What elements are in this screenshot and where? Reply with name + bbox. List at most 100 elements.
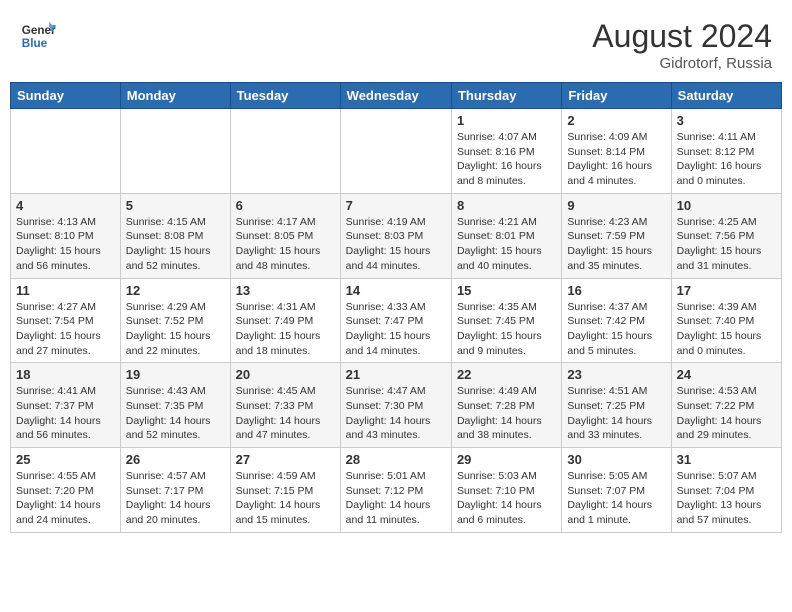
day-number: 26 bbox=[126, 452, 225, 467]
day-info: Sunrise: 4:17 AMSunset: 8:05 PMDaylight:… bbox=[236, 215, 335, 274]
calendar-cell: 28 Sunrise: 5:01 AMSunset: 7:12 PMDayligh… bbox=[340, 448, 451, 533]
calendar-cell bbox=[230, 109, 340, 194]
day-number: 9 bbox=[567, 198, 665, 213]
day-info: Sunrise: 4:07 AMSunset: 8:16 PMDaylight:… bbox=[457, 130, 556, 189]
calendar-cell: 14 Sunrise: 4:33 AMSunset: 7:47 PMDayligh… bbox=[340, 278, 451, 363]
calendar-cell: 29 Sunrise: 5:03 AMSunset: 7:10 PMDayligh… bbox=[451, 448, 561, 533]
calendar-cell: 11 Sunrise: 4:27 AMSunset: 7:54 PMDayligh… bbox=[11, 278, 121, 363]
calendar-cell: 19Sunrise: 4:43 AMSunset: 7:35 PMDayligh… bbox=[120, 363, 230, 448]
day-info: Sunrise: 4:59 AMSunset: 7:15 PMDaylight:… bbox=[236, 469, 335, 528]
calendar-cell bbox=[11, 109, 121, 194]
calendar-week-row: 25Sunrise: 4:55 AMSunset: 7:20 PMDayligh… bbox=[11, 448, 782, 533]
day-info: Sunrise: 4:39 AMSunset: 7:40 PMDaylight:… bbox=[677, 300, 776, 359]
day-info: Sunrise: 4:25 AMSunset: 7:56 PMDaylight:… bbox=[677, 215, 776, 274]
day-info: Sunrise: 4:15 AMSunset: 8:08 PMDaylight:… bbox=[126, 215, 225, 274]
svg-text:Blue: Blue bbox=[22, 37, 48, 50]
calendar-cell: 13 Sunrise: 4:31 AMSunset: 7:49 PMDayligh… bbox=[230, 278, 340, 363]
day-info: Sunrise: 5:07 AMSunset: 7:04 PMDaylight:… bbox=[677, 469, 776, 528]
day-info: Sunrise: 4:57 AMSunset: 7:17 PMDaylight:… bbox=[126, 469, 225, 528]
day-number: 23 bbox=[567, 367, 665, 382]
calendar-cell: 27 Sunrise: 4:59 AMSunset: 7:15 PMDayligh… bbox=[230, 448, 340, 533]
day-info: Sunrise: 4:41 AMSunset: 7:37 PMDaylight:… bbox=[16, 384, 115, 443]
day-info: Sunrise: 5:03 AMSunset: 7:10 PMDaylight:… bbox=[457, 469, 556, 528]
calendar-header-row: SundayMondayTuesdayWednesdayThursdayFrid… bbox=[11, 83, 782, 109]
day-number: 29 bbox=[457, 452, 556, 467]
calendar-cell: 26 Sunrise: 4:57 AMSunset: 7:17 PMDayligh… bbox=[120, 448, 230, 533]
day-info: Sunrise: 4:33 AMSunset: 7:47 PMDaylight:… bbox=[346, 300, 446, 359]
calendar-cell: 9 Sunrise: 4:23 AMSunset: 7:59 PMDaylight… bbox=[562, 193, 671, 278]
day-info: Sunrise: 4:31 AMSunset: 7:49 PMDaylight:… bbox=[236, 300, 335, 359]
day-number: 27 bbox=[236, 452, 335, 467]
day-number: 13 bbox=[236, 283, 335, 298]
day-info: Sunrise: 4:35 AMSunset: 7:45 PMDaylight:… bbox=[457, 300, 556, 359]
day-number: 20 bbox=[236, 367, 335, 382]
calendar-cell: 8Sunrise: 4:21 AMSunset: 8:01 PMDaylight… bbox=[451, 193, 561, 278]
column-header-thursday: Thursday bbox=[451, 83, 561, 109]
calendar-cell: 22 Sunrise: 4:49 AMSunset: 7:28 PMDayligh… bbox=[451, 363, 561, 448]
column-header-sunday: Sunday bbox=[11, 83, 121, 109]
day-number: 21 bbox=[346, 367, 446, 382]
day-number: 3 bbox=[677, 113, 776, 128]
day-number: 22 bbox=[457, 367, 556, 382]
calendar-table: SundayMondayTuesdayWednesdayThursdayFrid… bbox=[10, 82, 782, 533]
title-block: August 2024 Gidrotorf, Russia bbox=[592, 18, 772, 72]
page-header: General Blue August 2024 Gidrotorf, Russ… bbox=[10, 10, 782, 76]
day-number: 11 bbox=[16, 283, 115, 298]
day-info: Sunrise: 4:51 AMSunset: 7:25 PMDaylight:… bbox=[567, 384, 665, 443]
day-number: 31 bbox=[677, 452, 776, 467]
day-info: Sunrise: 5:05 AMSunset: 7:07 PMDaylight:… bbox=[567, 469, 665, 528]
calendar-cell: 4Sunrise: 4:13 AMSunset: 8:10 PMDaylight… bbox=[11, 193, 121, 278]
day-info: Sunrise: 4:47 AMSunset: 7:30 PMDaylight:… bbox=[346, 384, 446, 443]
day-number: 7 bbox=[346, 198, 446, 213]
calendar-cell: 2 Sunrise: 4:09 AMSunset: 8:14 PMDaylight… bbox=[562, 109, 671, 194]
day-info: Sunrise: 4:43 AMSunset: 7:35 PMDaylight:… bbox=[126, 384, 225, 443]
day-number: 30 bbox=[567, 452, 665, 467]
day-info: Sunrise: 4:29 AMSunset: 7:52 PMDaylight:… bbox=[126, 300, 225, 359]
calendar-cell: 17Sunrise: 4:39 AMSunset: 7:40 PMDayligh… bbox=[671, 278, 781, 363]
day-info: Sunrise: 4:37 AMSunset: 7:42 PMDaylight:… bbox=[567, 300, 665, 359]
calendar-cell: 31 Sunrise: 5:07 AMSunset: 7:04 PMDayligh… bbox=[671, 448, 781, 533]
day-number: 16 bbox=[567, 283, 665, 298]
calendar-cell: 3Sunrise: 4:11 AMSunset: 8:12 PMDaylight… bbox=[671, 109, 781, 194]
day-info: Sunrise: 4:49 AMSunset: 7:28 PMDaylight:… bbox=[457, 384, 556, 443]
logo-icon: General Blue bbox=[20, 18, 56, 54]
column-header-wednesday: Wednesday bbox=[340, 83, 451, 109]
calendar-week-row: 1 Sunrise: 4:07 AMSunset: 8:16 PMDaylight… bbox=[11, 109, 782, 194]
day-number: 15 bbox=[457, 283, 556, 298]
day-number: 12 bbox=[126, 283, 225, 298]
calendar-cell: 24Sunrise: 4:53 AMSunset: 7:22 PMDayligh… bbox=[671, 363, 781, 448]
day-info: Sunrise: 4:27 AMSunset: 7:54 PMDaylight:… bbox=[16, 300, 115, 359]
column-header-saturday: Saturday bbox=[671, 83, 781, 109]
day-number: 14 bbox=[346, 283, 446, 298]
day-info: Sunrise: 5:01 AMSunset: 7:12 PMDaylight:… bbox=[346, 469, 446, 528]
day-number: 5 bbox=[126, 198, 225, 213]
calendar-cell: 12 Sunrise: 4:29 AMSunset: 7:52 PMDayligh… bbox=[120, 278, 230, 363]
calendar-cell: 10 Sunrise: 4:25 AMSunset: 7:56 PMDayligh… bbox=[671, 193, 781, 278]
day-number: 10 bbox=[677, 198, 776, 213]
month-year-title: August 2024 bbox=[592, 18, 772, 55]
calendar-cell: 30 Sunrise: 5:05 AMSunset: 7:07 PMDayligh… bbox=[562, 448, 671, 533]
calendar-cell: 21 Sunrise: 4:47 AMSunset: 7:30 PMDayligh… bbox=[340, 363, 451, 448]
calendar-cell: 20 Sunrise: 4:45 AMSunset: 7:33 PMDayligh… bbox=[230, 363, 340, 448]
calendar-cell bbox=[120, 109, 230, 194]
day-number: 28 bbox=[346, 452, 446, 467]
location-title: Gidrotorf, Russia bbox=[592, 55, 772, 72]
calendar-cell: 1 Sunrise: 4:07 AMSunset: 8:16 PMDaylight… bbox=[451, 109, 561, 194]
day-number: 2 bbox=[567, 113, 665, 128]
calendar-cell: 7Sunrise: 4:19 AMSunset: 8:03 PMDaylight… bbox=[340, 193, 451, 278]
calendar-cell: 23 Sunrise: 4:51 AMSunset: 7:25 PMDayligh… bbox=[562, 363, 671, 448]
column-header-tuesday: Tuesday bbox=[230, 83, 340, 109]
day-number: 1 bbox=[457, 113, 556, 128]
column-header-friday: Friday bbox=[562, 83, 671, 109]
day-number: 25 bbox=[16, 452, 115, 467]
calendar-week-row: 4Sunrise: 4:13 AMSunset: 8:10 PMDaylight… bbox=[11, 193, 782, 278]
day-info: Sunrise: 4:23 AMSunset: 7:59 PMDaylight:… bbox=[567, 215, 665, 274]
day-info: Sunrise: 4:13 AMSunset: 8:10 PMDaylight:… bbox=[16, 215, 115, 274]
day-number: 6 bbox=[236, 198, 335, 213]
day-info: Sunrise: 4:45 AMSunset: 7:33 PMDaylight:… bbox=[236, 384, 335, 443]
calendar-week-row: 11 Sunrise: 4:27 AMSunset: 7:54 PMDayligh… bbox=[11, 278, 782, 363]
calendar-cell: 6 Sunrise: 4:17 AMSunset: 8:05 PMDaylight… bbox=[230, 193, 340, 278]
calendar-cell: 5 Sunrise: 4:15 AMSunset: 8:08 PMDaylight… bbox=[120, 193, 230, 278]
day-info: Sunrise: 4:09 AMSunset: 8:14 PMDaylight:… bbox=[567, 130, 665, 189]
day-number: 24 bbox=[677, 367, 776, 382]
